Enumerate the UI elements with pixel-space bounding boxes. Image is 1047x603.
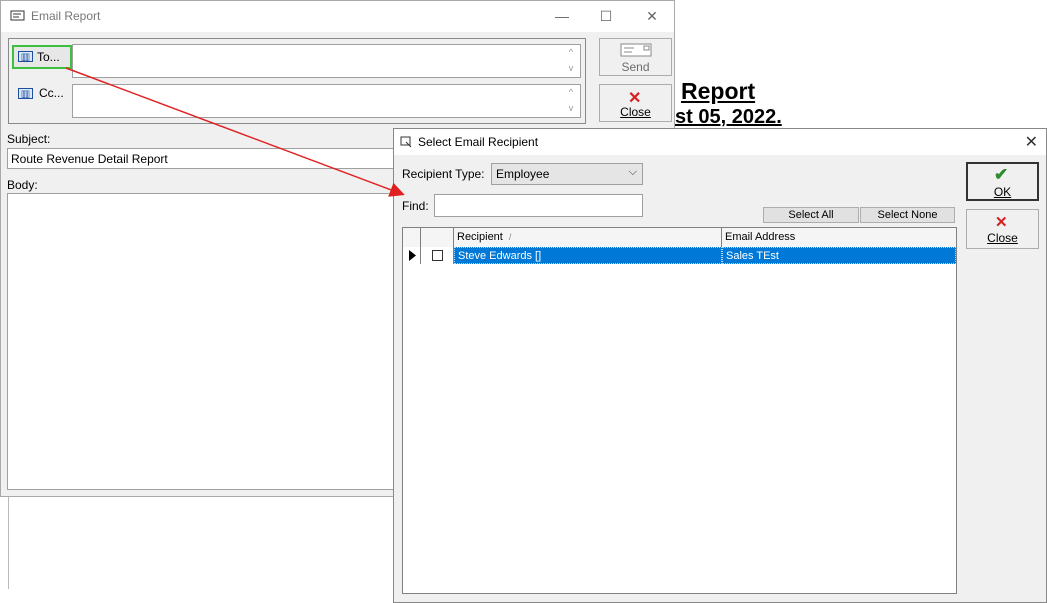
- send-icon: [620, 43, 652, 60]
- email-column-header[interactable]: Email Address: [722, 228, 956, 247]
- ok-label: OK: [993, 185, 1012, 199]
- dialog-close-icon[interactable]: ✕: [1025, 132, 1038, 152]
- close-x-icon: ✕: [995, 214, 1008, 231]
- sort-indicator: /: [508, 232, 512, 242]
- email-close-button[interactable]: ✕ Close: [599, 84, 672, 122]
- scroll-down-icon[interactable]: v: [565, 103, 577, 113]
- scroll-up-icon[interactable]: ^: [565, 87, 577, 97]
- dialog-close-button[interactable]: ✕ Close: [966, 209, 1039, 249]
- maximize-button[interactable]: ☐: [589, 5, 623, 27]
- send-button[interactable]: Send: [599, 38, 672, 76]
- chevron-down-icon: ⌵: [628, 166, 637, 178]
- recipient-cell[interactable]: Steve Edwards []: [454, 247, 722, 264]
- dialog-close-label: Close: [987, 231, 1018, 245]
- row-pointer-icon: [403, 247, 421, 264]
- send-label: Send: [621, 60, 650, 74]
- recipient-dialog-titlebar: Select Email Recipient ✕: [394, 129, 1046, 155]
- recipient-column-label: Recipient: [457, 231, 503, 243]
- cc-button[interactable]: ▥ Cc...: [14, 85, 70, 105]
- grid-header: Recipient / Email Address: [403, 228, 956, 248]
- cc-field[interactable]: ^ v: [72, 84, 581, 118]
- email-cell[interactable]: Sales TEst: [722, 247, 956, 264]
- email-window-title: Email Report: [31, 9, 101, 23]
- select-all-button[interactable]: Select All: [763, 207, 859, 223]
- address-book-icon: ▥: [18, 51, 33, 63]
- subject-field[interactable]: Route Revenue Detail Report: [7, 148, 407, 169]
- cc-button-label: Cc...: [39, 86, 64, 100]
- recipient-type-value: Employee: [496, 167, 550, 181]
- recipient-type-label: Recipient Type:: [402, 167, 485, 181]
- recipient-dialog-title: Select Email Recipient: [418, 135, 539, 149]
- scroll-down-icon[interactable]: v: [565, 63, 577, 73]
- email-close-label: Close: [620, 105, 651, 119]
- background-window-strip: [8, 497, 397, 589]
- body-label: Body:: [7, 178, 38, 192]
- find-label: Find:: [402, 199, 429, 213]
- ok-button[interactable]: ✔ OK: [966, 162, 1039, 201]
- body-field[interactable]: [7, 193, 407, 490]
- scroll-up-icon[interactable]: ^: [565, 47, 577, 57]
- recipient-grid: Recipient / Email Address Steve Edwards …: [402, 227, 957, 594]
- table-row[interactable]: Steve Edwards [] Sales TEst: [403, 247, 956, 264]
- close-window-button[interactable]: ✕: [635, 5, 669, 27]
- checkmark-icon: ✔: [994, 165, 1009, 184]
- row-checkbox[interactable]: [432, 250, 443, 261]
- report-title-fragment: Report: [681, 78, 756, 104]
- email-window-icon: [10, 10, 26, 22]
- email-report-titlebar: Email Report — ☐ ✕: [1, 1, 674, 32]
- checkbox-header: [421, 228, 454, 247]
- subject-label: Subject:: [7, 132, 51, 146]
- report-date-fragment: st 05, 2022.: [675, 106, 782, 128]
- recipient-column-header[interactable]: Recipient /: [454, 228, 722, 247]
- row-checkbox-cell: [421, 247, 454, 264]
- find-input[interactable]: [434, 194, 643, 217]
- to-field[interactable]: ^ v: [72, 44, 581, 78]
- dialog-window-icon: [400, 136, 416, 148]
- to-button-label: To...: [37, 50, 60, 64]
- select-none-button[interactable]: Select None: [860, 207, 955, 223]
- select-recipient-dialog: Select Email Recipient ✕ Recipient Type:…: [393, 128, 1047, 603]
- address-book-icon: ▥: [18, 88, 33, 100]
- to-button[interactable]: ▥ To...: [12, 45, 72, 69]
- row-indicator-header: [403, 228, 421, 247]
- recipient-type-select[interactable]: Employee ⌵: [491, 163, 643, 185]
- minimize-button[interactable]: —: [545, 5, 579, 27]
